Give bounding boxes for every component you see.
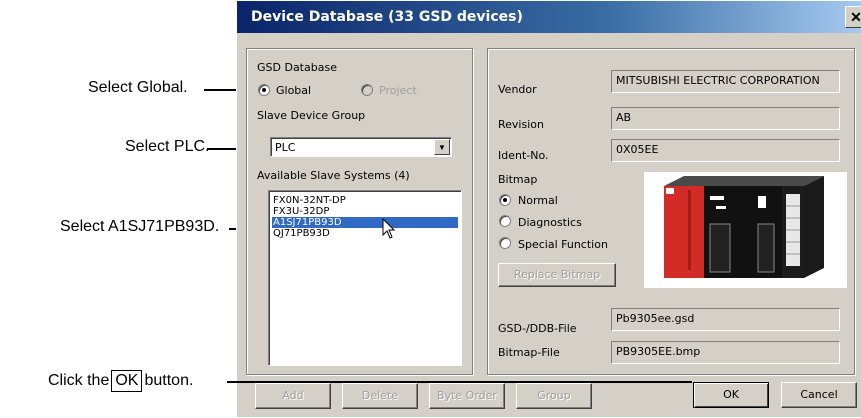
callout-select-slave: Select A1SJ71PB93D. [60, 218, 220, 235]
radio-project-label[interactable]: Project [379, 84, 417, 97]
cancel-button[interactable]: Cancel [781, 382, 857, 408]
group-button[interactable]: Group [516, 383, 592, 409]
radio-normal-label[interactable]: Normal [518, 194, 558, 207]
title-bar[interactable]: Device Database (33 GSD devices) ✕ [237, 1, 861, 33]
radio-diagnostics[interactable] [499, 215, 511, 227]
close-icon[interactable]: ✕ [845, 6, 861, 28]
mouse-cursor-icon [382, 218, 396, 239]
vendor-label: Vendor [498, 83, 537, 96]
ok-button[interactable]: OK [693, 382, 769, 408]
ident-label: Ident-No. [498, 149, 549, 162]
radio-special-function-label[interactable]: Special Function [518, 238, 608, 251]
revision-label: Revision [498, 118, 544, 131]
available-slaves-label: Available Slave Systems (4) [257, 169, 410, 182]
add-button[interactable]: Add [255, 383, 331, 409]
callout-select-global: Select Global. [88, 79, 188, 96]
callout-line-ok [227, 381, 692, 383]
chevron-down-icon[interactable]: ▼ [434, 139, 450, 155]
radio-global[interactable] [258, 84, 270, 96]
callout-click-ok: Click the OK button. [48, 370, 193, 392]
revision-field: AB [611, 107, 840, 130]
ident-field: 0X05EE [611, 139, 840, 162]
slave-group-label: Slave Device Group [257, 109, 366, 122]
list-item-selected[interactable]: A1SJ71PB93D [272, 217, 458, 228]
slave-group-select[interactable]: PLC ▼ [270, 137, 452, 157]
replace-bitmap-button[interactable]: Replace Bitmap [498, 263, 616, 287]
slave-group-value: PLC [275, 141, 296, 154]
slave-systems-list[interactable]: FX0N-32NT-DP FX3U-32DP A1SJ71PB93D QJ71P… [268, 190, 462, 366]
device-database-dialog: Device Database (33 GSD devices) ✕ GSD D… [236, 0, 861, 418]
radio-diagnostics-label[interactable]: Diagnostics [518, 216, 582, 229]
bitmap-label: Bitmap [498, 173, 538, 186]
callout-ok-suffix: button. [144, 372, 194, 389]
gsd-file-field: Pb9305ee.gsd [611, 308, 840, 331]
bitmap-file-label: Bitmap-File [498, 346, 560, 359]
device-bitmap [644, 172, 847, 288]
gsd-database-label: GSD Database [257, 61, 337, 74]
callout-select-plc: Select PLC. [125, 138, 210, 155]
radio-normal[interactable] [499, 194, 511, 206]
byte-order-button[interactable]: Byte Order [429, 383, 505, 409]
vendor-field: MITSUBISHI ELECTRIC CORPORATION [611, 70, 840, 93]
gsd-file-label: GSD-/DDB-File [498, 322, 577, 335]
list-item[interactable]: FX3U-32DP [272, 206, 458, 217]
plc-module-image [664, 176, 824, 278]
bitmap-file-field: PB9305EE.bmp [611, 341, 840, 364]
radio-project[interactable] [361, 84, 373, 96]
list-item[interactable]: QJ71PB93D [272, 228, 458, 239]
delete-button[interactable]: Delete [342, 383, 418, 409]
callout-ok-prefix: Click the [48, 372, 110, 389]
callout-ok-box: OK [111, 370, 143, 392]
radio-special-function[interactable] [499, 237, 511, 249]
radio-global-label[interactable]: Global [276, 84, 311, 97]
dialog-title: Device Database (33 GSD devices) [251, 9, 523, 25]
list-item[interactable]: FX0N-32NT-DP [272, 195, 458, 206]
